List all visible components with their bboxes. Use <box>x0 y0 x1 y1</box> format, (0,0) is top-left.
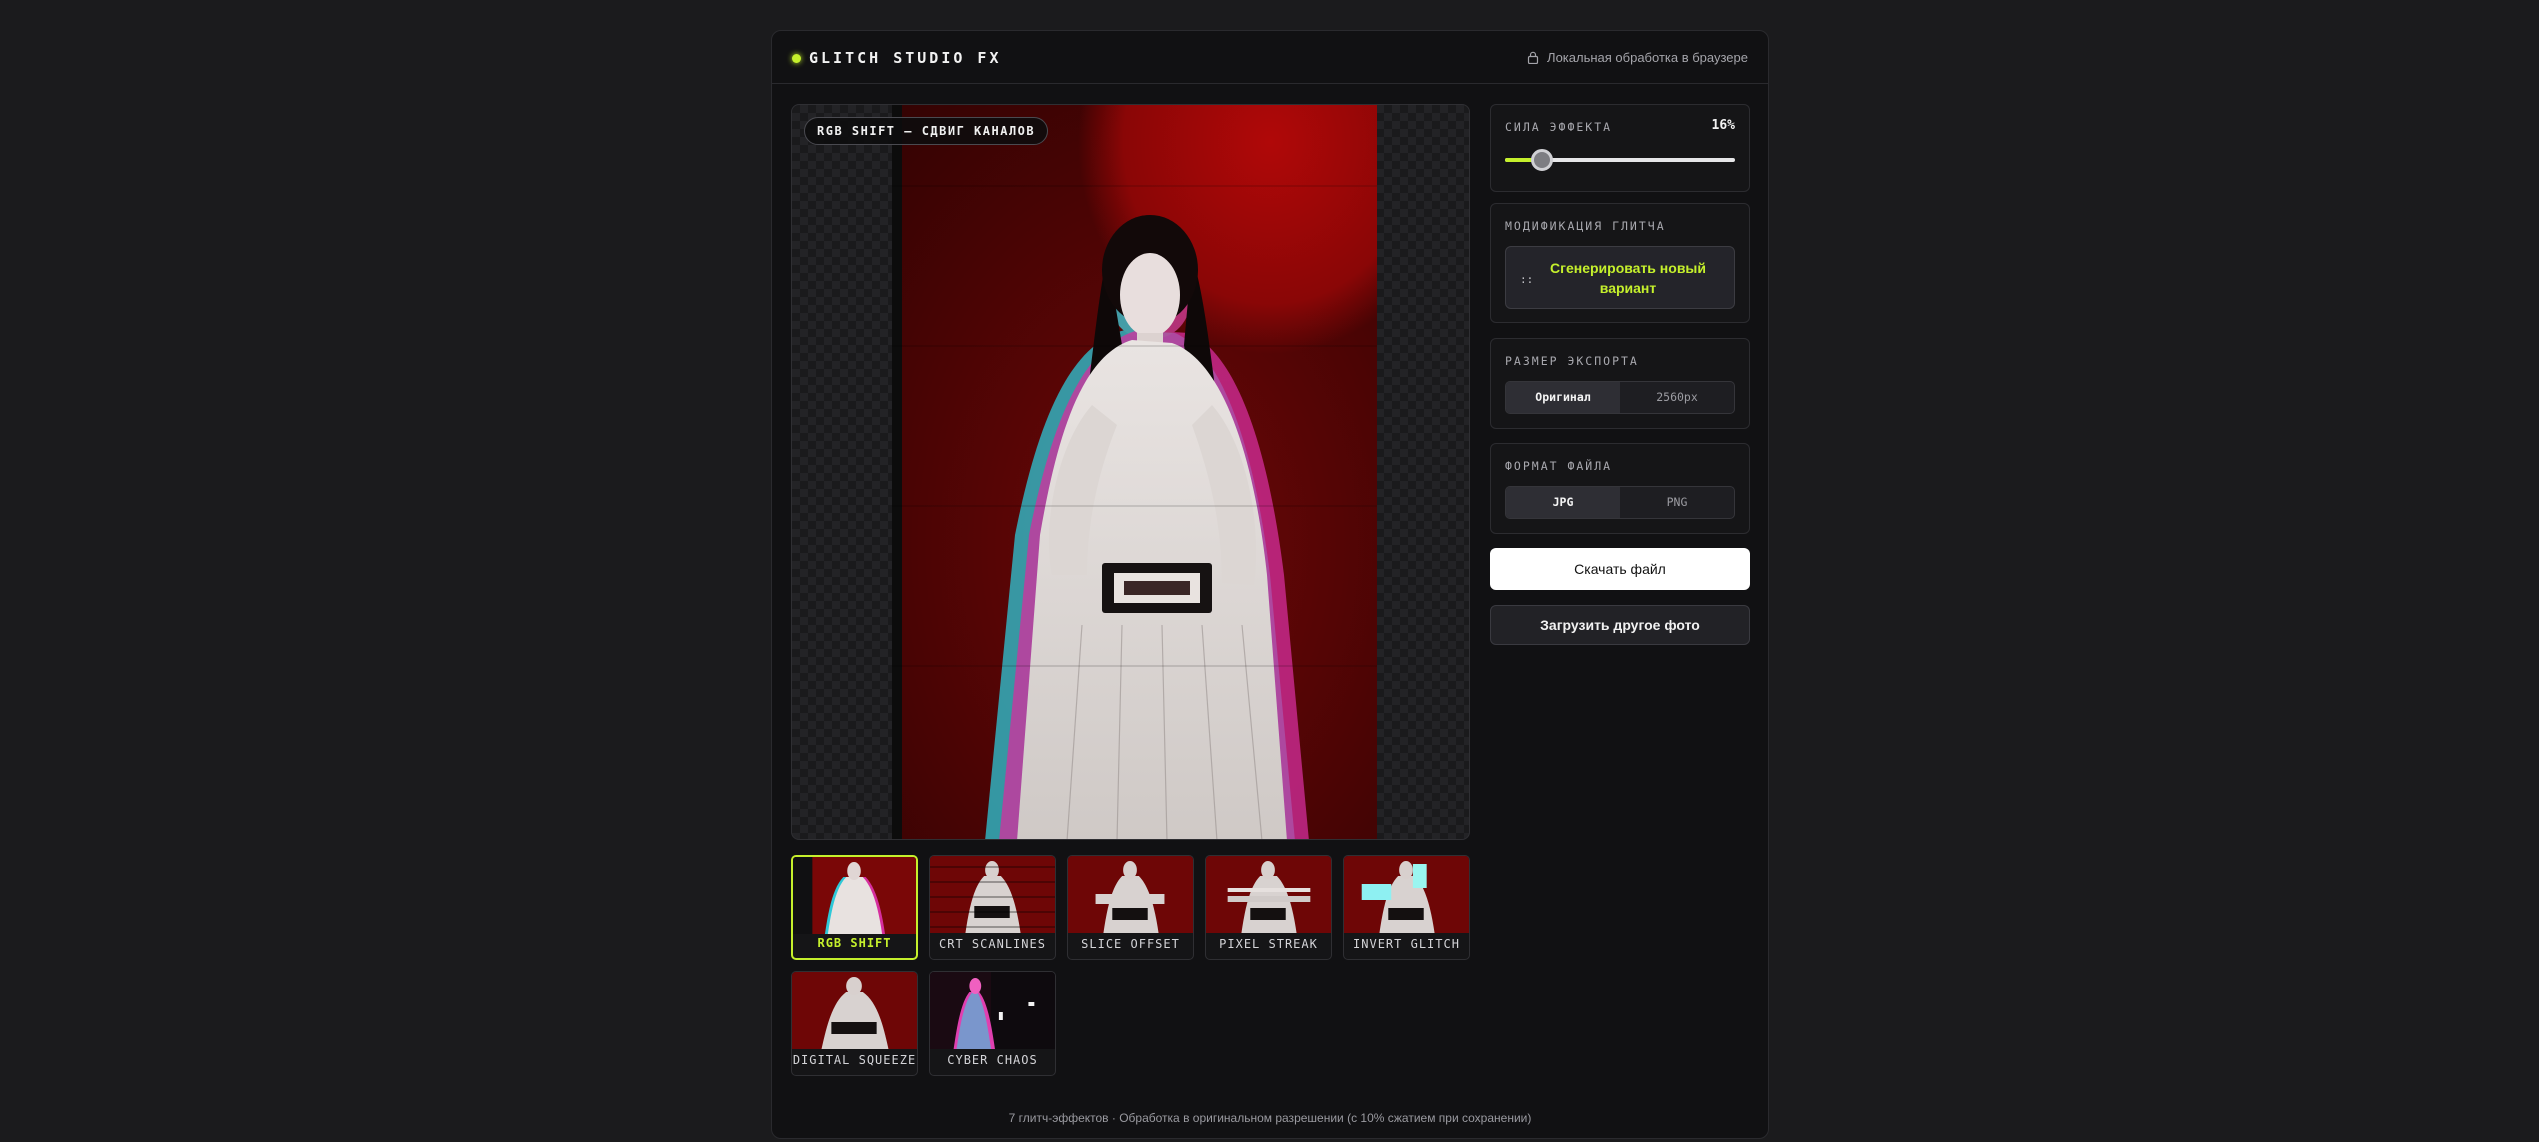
effect-label: SLICE OFFSET <box>1081 937 1180 951</box>
strength-value: 16% <box>1711 118 1735 133</box>
effect-label: INVERT GLITCH <box>1353 937 1460 951</box>
slider-handle[interactable] <box>1530 149 1553 171</box>
effect-cyber-chaos[interactable]: CYBER CHAOS <box>929 971 1056 1076</box>
effect-rgb-shift[interactable]: RGB SHIFT <box>791 855 918 960</box>
photo-figure <box>892 105 1377 839</box>
generate-variant-label: Сгенерировать новый вариант <box>1550 259 1706 296</box>
effect-slice-offset[interactable]: SLICE OFFSET <box>1067 855 1194 960</box>
export-size-title: РАЗМЕР ЭКСПОРТА <box>1505 354 1639 368</box>
effect-label: RGB SHIFT <box>817 936 892 950</box>
format-option-png[interactable]: PNG <box>1620 487 1734 518</box>
generate-variant-button[interactable]: :: Сгенерировать новый вариант <box>1505 246 1735 309</box>
effect-badge: RGB SHIFT — СДВИГ КАНАЛОВ <box>804 117 1049 145</box>
thumbnail-image <box>1068 856 1193 933</box>
size-option-2560[interactable]: 2560px <box>1620 382 1734 413</box>
modify-title: МОДИФИКАЦИЯ ГЛИТЧА <box>1505 219 1666 233</box>
lock-icon <box>1527 51 1539 64</box>
thumbnail-image <box>793 857 916 934</box>
size-option-original[interactable]: Оригинал <box>1506 382 1620 413</box>
thumbnail-image <box>930 972 1055 1049</box>
format-option-jpg[interactable]: JPG <box>1506 487 1620 518</box>
effect-label: CYBER CHAOS <box>947 1053 1038 1067</box>
effect-invert-glitch[interactable]: INVERT GLITCH <box>1343 855 1470 960</box>
file-format-title: ФОРМАТ ФАЙЛА <box>1505 459 1613 473</box>
export-size-panel: РАЗМЕР ЭКСПОРТА Оригинал 2560px <box>1490 338 1750 429</box>
file-format-panel: ФОРМАТ ФАЙЛА JPG PNG <box>1490 443 1750 534</box>
strength-slider[interactable] <box>1505 149 1735 171</box>
export-size-toggle: Оригинал 2560px <box>1505 381 1735 414</box>
download-button[interactable]: Скачать файл <box>1490 548 1750 590</box>
file-format-toggle: JPG PNG <box>1505 486 1735 519</box>
upload-another-button[interactable]: Загрузить другое фото <box>1490 605 1750 645</box>
modify-panel: МОДИФИКАЦИЯ ГЛИТЧА :: Сгенерировать новы… <box>1490 203 1750 323</box>
image-preview: RGB SHIFT — СДВИГ КАНАЛОВ <box>791 104 1470 840</box>
glitched-photo <box>892 105 1377 839</box>
effect-crt-scanlines[interactable]: CRT SCANLINES <box>929 855 1056 960</box>
footer-note: 7 глитч-эффектов · Обработка в оригиналь… <box>1008 1111 1532 1125</box>
effect-pixel-streak[interactable]: PIXEL STREAK <box>1205 855 1332 960</box>
app-title: GLITCH STUDIO FX <box>809 49 1002 67</box>
drag-dots-icon: :: <box>1520 273 1534 286</box>
effect-digital-squeeze[interactable]: DIGITAL SQUEEZE <box>791 971 918 1076</box>
effect-label: PIXEL STREAK <box>1219 937 1318 951</box>
thumbnail-image <box>1344 856 1469 933</box>
local-processing-note: Локальная обработка в браузере <box>1527 50 1748 65</box>
local-note-text: Локальная обработка в браузере <box>1547 50 1748 65</box>
strength-title: СИЛА ЭФФЕКТА <box>1505 120 1613 134</box>
status-dot-icon <box>792 53 801 63</box>
thumbnail-image <box>1206 856 1331 933</box>
effect-label: DIGITAL SQUEEZE <box>792 1053 917 1067</box>
effect-label: CRT SCANLINES <box>939 937 1046 951</box>
thumbnail-image <box>930 856 1055 933</box>
header: GLITCH STUDIO FX Локальная обработка в б… <box>772 31 1768 84</box>
brand: GLITCH STUDIO FX <box>792 49 1002 67</box>
app-window: GLITCH STUDIO FX Локальная обработка в б… <box>771 30 1769 1139</box>
strength-panel: СИЛА ЭФФЕКТА 16% <box>1490 104 1750 192</box>
thumbnail-image <box>792 972 917 1049</box>
